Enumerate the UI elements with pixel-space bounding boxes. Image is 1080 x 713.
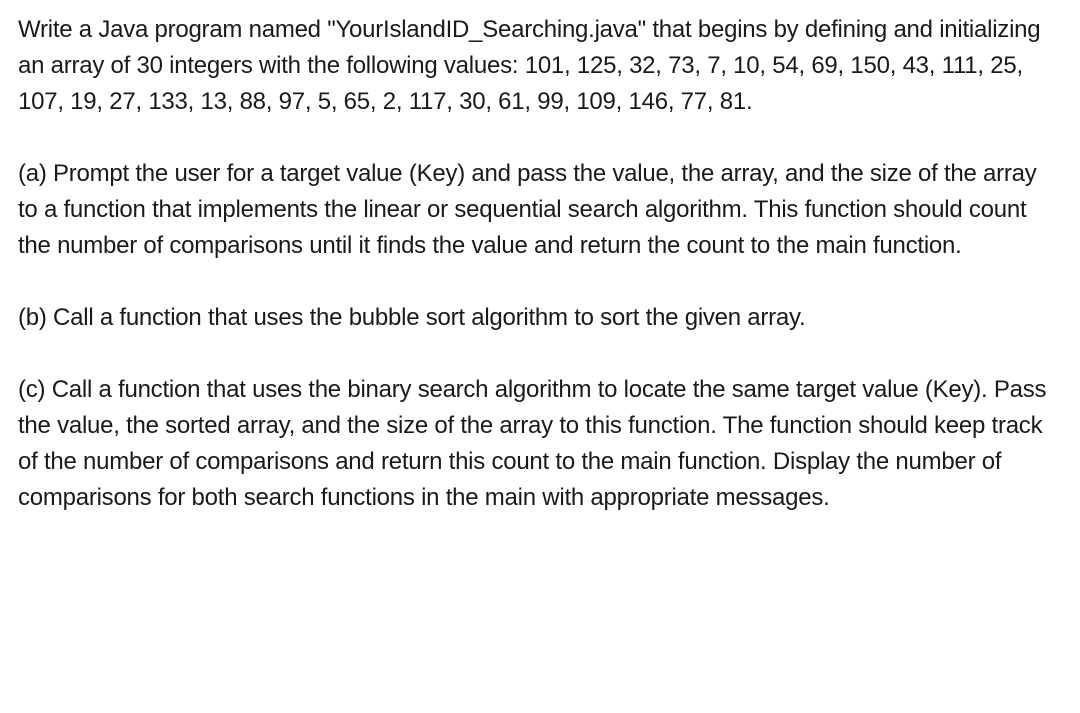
intro-paragraph: Write a Java program named "YourIslandID…	[18, 12, 1062, 120]
part-b-paragraph: (b) Call a function that uses the bubble…	[18, 300, 1062, 336]
part-a-paragraph: (a) Prompt the user for a target value (…	[18, 156, 1062, 264]
part-c-paragraph: (c) Call a function that uses the binary…	[18, 372, 1062, 516]
